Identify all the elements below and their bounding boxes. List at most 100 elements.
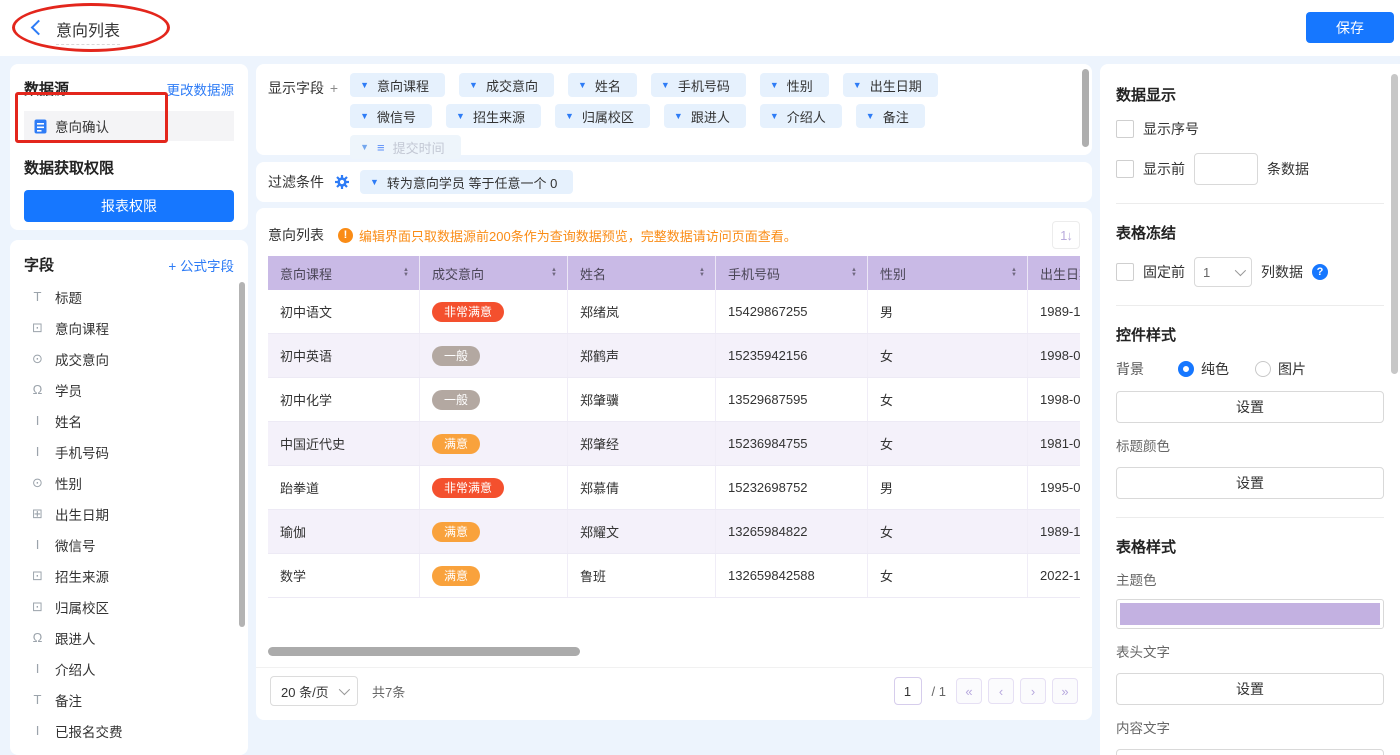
cell-phone: 15429867255	[716, 290, 868, 333]
chip-row: ▼微信号 ▼招生来源 ▼归属校区 ▼跟进人 ▼介绍人 ▼备注	[350, 104, 938, 128]
freeze-checkbox[interactable]	[1116, 263, 1134, 281]
warning-icon: !	[338, 228, 353, 243]
cell-birth: 1995-01-	[1028, 466, 1080, 509]
title-color-set-button[interactable]: 设置	[1116, 467, 1384, 499]
table-row: 跆拳道非常满意郑慕倩15232698752男1995-01-	[268, 466, 1080, 510]
page-size-select[interactable]: 20 条/页	[270, 676, 358, 706]
display-field-chip-归属校区[interactable]: ▼归属校区	[555, 104, 650, 128]
column-header-意向课程[interactable]: 意向课程▲▼	[268, 256, 420, 290]
content-text-set-button[interactable]: 设置	[1116, 749, 1384, 755]
show-first-count-input[interactable]	[1194, 153, 1258, 185]
field-item-姓名[interactable]: I姓名	[24, 405, 234, 436]
cell-intent: 满意	[420, 554, 568, 597]
field-item-归属校区[interactable]: ⊡归属校区	[24, 591, 234, 622]
theme-color-swatch[interactable]	[1116, 599, 1384, 629]
field-label: 介绍人	[55, 659, 96, 679]
field-item-介绍人[interactable]: I介绍人	[24, 653, 234, 684]
display-field-chip-手机号码[interactable]: ▼手机号码	[651, 73, 746, 97]
field-item-学员[interactable]: Ω学员	[24, 374, 234, 405]
theme-color-label: 主题色	[1116, 569, 1384, 589]
show-first-checkbox[interactable]	[1116, 160, 1134, 178]
display-fields-label: 显示字段	[268, 80, 324, 96]
page-title[interactable]: 意向列表	[56, 17, 120, 45]
first-page-button[interactable]: «	[956, 678, 982, 704]
cell-gender: 女	[868, 378, 1028, 421]
field-item-成交意向[interactable]: ⊙成交意向	[24, 343, 234, 374]
column-header-出生日期[interactable]: 出生日期▲▼	[1028, 256, 1080, 290]
field-item-标题[interactable]: T标题	[24, 281, 234, 312]
text-icon: I	[30, 723, 45, 738]
change-datasource-link[interactable]: 更改数据源	[167, 79, 235, 99]
column-header-成交意向[interactable]: 成交意向▲▼	[420, 256, 568, 290]
last-page-button[interactable]: »	[1052, 678, 1078, 704]
cell-course: 瑜伽	[268, 510, 420, 553]
table-row: 瑜伽满意郑耀文13265984822女1989-11-	[268, 510, 1080, 554]
back-button[interactable]	[28, 18, 48, 38]
column-label: 出生日期	[1040, 264, 1080, 283]
filter-condition-chip[interactable]: ▼ 转为意向学员 等于任意一个 0	[360, 170, 573, 194]
display-field-chip-性别[interactable]: ▼性别	[760, 73, 829, 97]
show-index-checkbox[interactable]	[1116, 120, 1134, 138]
display-field-chip-招生来源[interactable]: ▼招生来源	[446, 104, 541, 128]
field-item-跟进人[interactable]: Ω跟进人	[24, 622, 234, 653]
add-display-field-button[interactable]: +	[328, 80, 340, 96]
cell-gender: 男	[868, 290, 1028, 333]
datasource-item[interactable]: 意向确认	[24, 111, 234, 141]
field-label: 出生日期	[55, 504, 109, 524]
save-button[interactable]: 保存	[1306, 12, 1394, 43]
image-radio[interactable]	[1255, 361, 1271, 377]
field-item-手机号码[interactable]: I手机号码	[24, 436, 234, 467]
field-label: 姓名	[55, 411, 82, 431]
field-label: 性别	[55, 473, 82, 493]
field-item-已报名交费[interactable]: I已报名交费	[24, 715, 234, 746]
settings-scrollbar[interactable]	[1391, 74, 1398, 374]
report-permission-button[interactable]: 报表权限	[24, 190, 234, 222]
help-icon[interactable]: ?	[1312, 264, 1328, 280]
next-page-button[interactable]: ›	[1020, 678, 1046, 704]
date-icon: ⊞	[30, 506, 45, 522]
display-fields-scrollbar[interactable]	[1082, 69, 1089, 147]
prev-page-button[interactable]: ‹	[988, 678, 1014, 704]
column-header-手机号码[interactable]: 手机号码▲▼	[716, 256, 868, 290]
add-formula-field-link[interactable]: + 公式字段	[168, 255, 234, 275]
display-field-chip-微信号[interactable]: ▼微信号	[350, 104, 432, 128]
text-icon: I	[30, 444, 45, 459]
solid-color-radio[interactable]	[1178, 361, 1194, 377]
display-field-chip-出生日期[interactable]: ▼出生日期	[843, 73, 938, 97]
display-field-chip-介绍人[interactable]: ▼介绍人	[760, 104, 842, 128]
intent-badge: 一般	[432, 346, 480, 366]
numeric-sort-button[interactable]: 1↓	[1052, 221, 1080, 249]
display-field-chip-姓名[interactable]: ▼姓名	[568, 73, 637, 97]
field-item-性别[interactable]: ⊙性别	[24, 467, 234, 498]
select-icon: ⊡	[30, 599, 45, 615]
display-field-chip-跟进人[interactable]: ▼跟进人	[664, 104, 746, 128]
field-item-微信号[interactable]: I微信号	[24, 529, 234, 560]
background-set-button[interactable]: 设置	[1116, 391, 1384, 423]
table-body: 初中语文非常满意郑绪岚15429867255男1989-11-初中英语一般郑鹤声…	[268, 290, 1080, 598]
file-icon	[34, 119, 47, 134]
column-header-性别[interactable]: 性别▲▼	[868, 256, 1028, 290]
table-horizontal-scrollbar[interactable]	[268, 647, 580, 656]
cell-course: 跆拳道	[268, 466, 420, 509]
field-item-备注[interactable]: T备注	[24, 684, 234, 715]
display-field-chip-备注[interactable]: ▼备注	[856, 104, 925, 128]
freeze-count-select[interactable]: 1	[1194, 257, 1252, 287]
current-page-input[interactable]: 1	[894, 677, 922, 705]
field-item-招生来源[interactable]: ⊡招生来源	[24, 560, 234, 591]
header-text-set-button[interactable]: 设置	[1116, 673, 1384, 705]
field-item-意向课程[interactable]: ⊡意向课程	[24, 312, 234, 343]
filter-condition-label: 转为意向学员 等于任意一个 0	[387, 173, 557, 192]
gear-icon[interactable]	[334, 174, 350, 190]
numeric-sort-icon: 1↓	[1060, 228, 1072, 243]
display-field-chip-提交时间[interactable]: ▼≡提交时间	[350, 135, 461, 159]
column-header-姓名[interactable]: 姓名▲▼	[568, 256, 716, 290]
field-label: 意向课程	[55, 318, 109, 338]
image-label: 图片	[1278, 359, 1306, 379]
field-item-出生日期[interactable]: ⊞ 出生日期	[24, 498, 234, 529]
chip-label: 招生来源	[473, 107, 525, 126]
display-field-chip-成交意向[interactable]: ▼成交意向	[459, 73, 554, 97]
chip-label: 出生日期	[870, 76, 922, 95]
display-field-chip-意向课程[interactable]: ▼意向课程	[350, 73, 445, 97]
fields-scrollbar[interactable]	[239, 282, 245, 627]
datasource-title: 数据源	[24, 78, 69, 99]
